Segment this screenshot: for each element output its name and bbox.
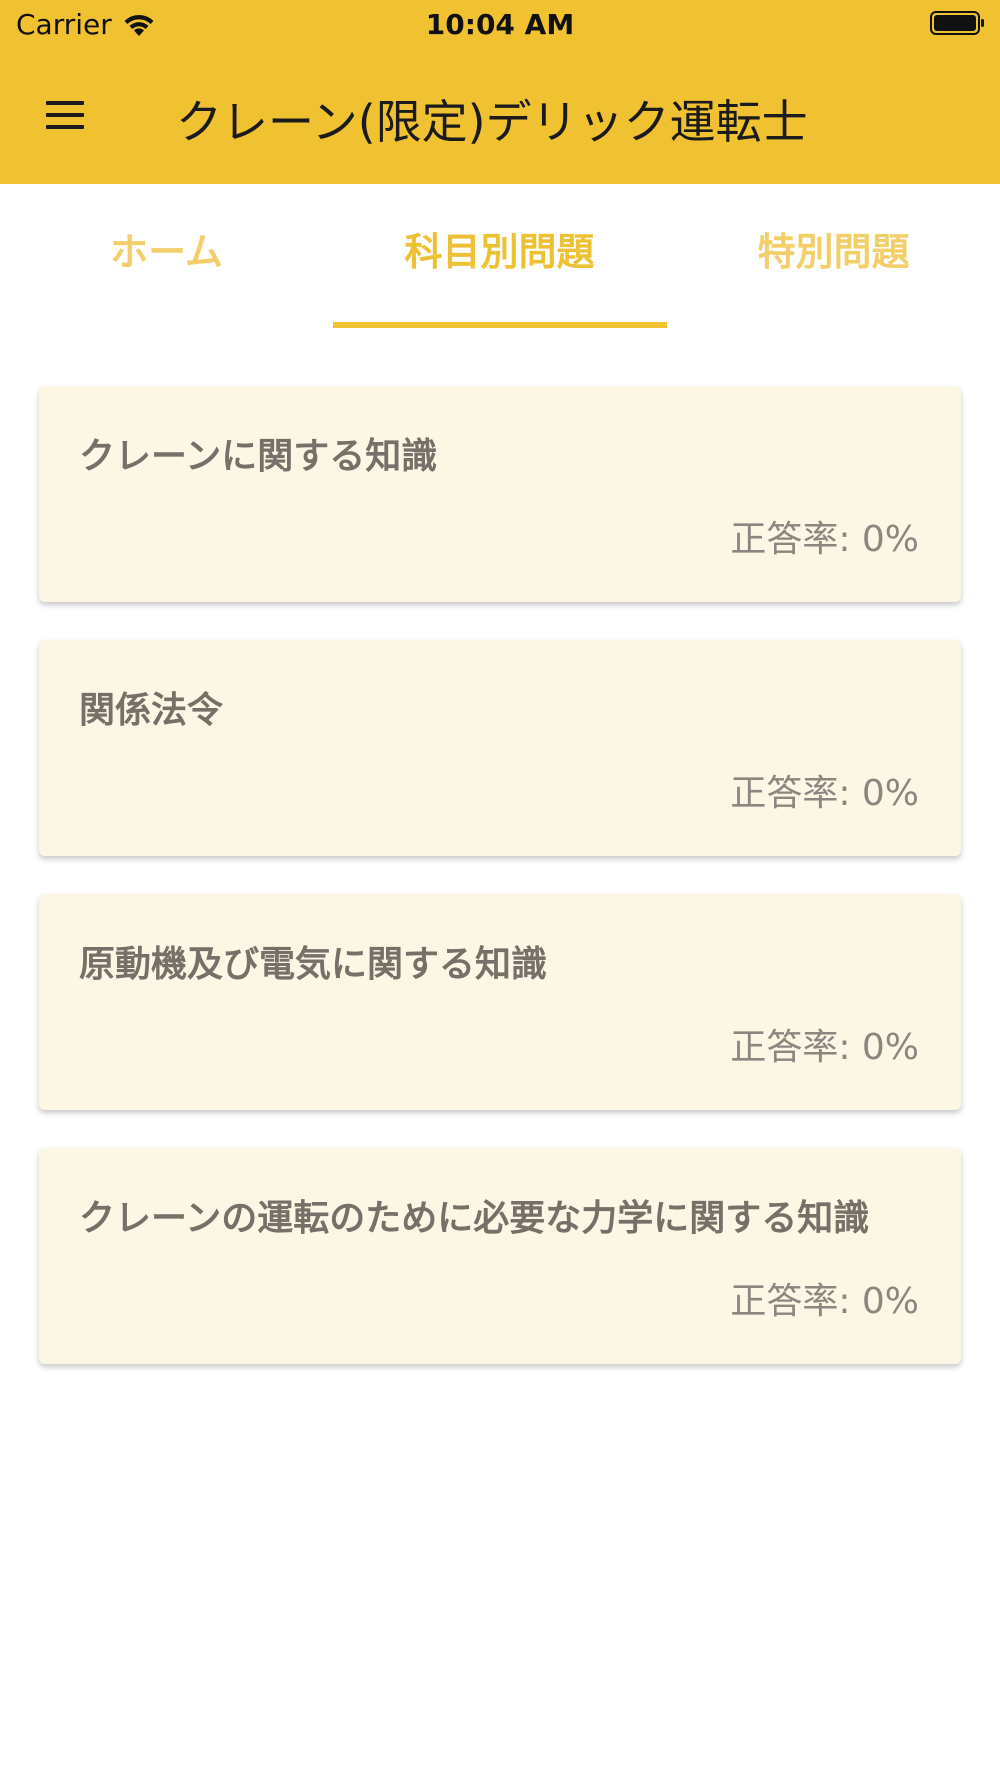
correct-rate: 正答率: 0%: [730, 519, 919, 560]
subject-title: 原動機及び電気に関する知識: [79, 944, 548, 985]
subject-card-mechanics[interactable]: クレーンの運転のために必要な力学に関する知識 正答率: 0%: [39, 1148, 961, 1364]
hamburger-menu-icon[interactable]: [38, 92, 92, 138]
subject-card-crane-knowledge[interactable]: クレーンに関する知識 正答率: 0%: [39, 386, 961, 602]
tab-home[interactable]: ホーム: [0, 184, 333, 332]
subject-card-motor-electricity[interactable]: 原動機及び電気に関する知識 正答率: 0%: [39, 894, 961, 1110]
correct-rate: 正答率: 0%: [730, 773, 919, 814]
subject-list: クレーンに関する知識 正答率: 0% 関係法令 正答率: 0% 原動機及び電気に…: [39, 386, 961, 1402]
subject-title: 関係法令: [79, 690, 224, 731]
tab-subject-questions[interactable]: 科目別問題: [333, 184, 666, 332]
active-tab-indicator: [333, 322, 667, 328]
correct-rate: 正答率: 0%: [730, 1027, 919, 1068]
app-title: クレーン(限定)デリック運転士: [176, 95, 808, 149]
status-time: 10:04 AM: [425, 8, 575, 41]
correct-rate: 正答率: 0%: [730, 1281, 919, 1322]
subject-title: クレーンの運転のために必要な力学に関する知識: [79, 1198, 870, 1239]
app-header: Carrier 10:04 AM クレーン(限定)デリック運転士: [0, 0, 1000, 184]
subject-card-laws[interactable]: 関係法令 正答率: 0%: [39, 640, 961, 856]
subject-title: クレーンに関する知識: [79, 436, 438, 477]
navigation-bar: クレーン(限定)デリック運転士: [0, 70, 1000, 160]
status-bar: Carrier 10:04 AM: [0, 0, 1000, 50]
tab-bar: ホーム 科目別問題 特別問題: [0, 184, 1000, 332]
tab-special-questions[interactable]: 特別問題: [667, 184, 1000, 332]
battery-icon: [930, 11, 984, 35]
